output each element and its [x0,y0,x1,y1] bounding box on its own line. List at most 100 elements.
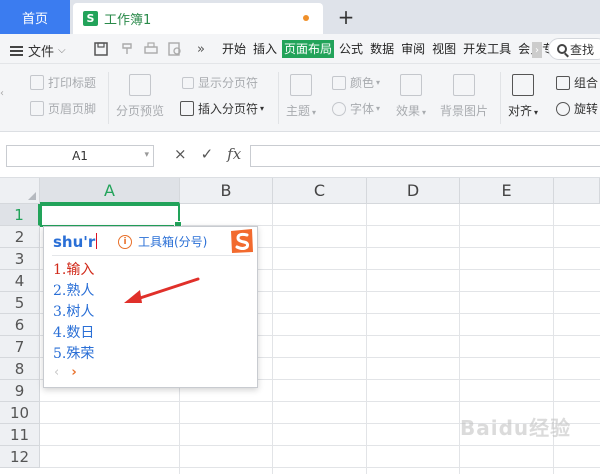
row-header-11[interactable]: 11 [0,424,40,446]
effects-button[interactable]: 效果 ▾ [396,74,426,119]
align-icon [512,74,535,96]
row-header-1[interactable]: 1 [0,204,40,226]
grid-row-line [40,445,600,446]
fonts-button[interactable]: 字体 ▾ [332,100,380,117]
tab-workbook[interactable]: S 工作簿1 [73,3,323,34]
page-break-preview-icon [129,74,151,96]
formula-input[interactable] [250,145,600,167]
tab-data[interactable]: 数据 [368,40,396,58]
row-header-4[interactable]: 4 [0,270,40,292]
header-footer-icon [30,101,44,116]
ime-toolbox-button[interactable]: i 工具箱(分号) [118,233,207,250]
header-footer-button[interactable]: 页眉页脚 [30,100,96,117]
candidate-item[interactable]: 5.殊荣 [53,344,94,365]
name-box[interactable]: A1 ▾ [6,145,154,167]
print-titles-icon [30,75,44,90]
row-header-6[interactable]: 6 [0,314,40,336]
watermark-logo: Baidu经验 [460,416,572,440]
print-titles-button[interactable]: 打印标题 [30,74,96,91]
column-header-e[interactable]: E [460,178,554,204]
column-header-a[interactable]: A [40,178,180,204]
toolbox-label: 工具箱(分号) [138,235,208,249]
theme-icon [290,74,313,96]
unsaved-indicator-icon [303,15,309,21]
confirm-icon[interactable]: ✓ [201,145,214,163]
show-page-breaks-label: 显示分页符 [198,76,259,90]
tab-insert[interactable]: 插入 [251,40,279,58]
insert-page-break-label: 插入分页符 [198,102,259,116]
ime-divider [52,255,250,256]
rotate-button[interactable]: 旋转 [556,100,598,117]
candidate-list: 1.输入 2.熟人 3.树人 4.数日 5.殊荣 [53,260,94,365]
row-header-5[interactable]: 5 [0,292,40,314]
row-header-2[interactable]: 2 [0,226,40,248]
column-header-b[interactable]: B [180,178,273,204]
show-page-breaks-checkbox[interactable]: 显示分页符 [182,74,258,91]
tab-page-layout[interactable]: 页面布局 [282,40,335,58]
save-icon[interactable] [92,40,110,58]
row-header-12[interactable]: 12 [0,446,40,468]
tab-view[interactable]: 视图 [430,40,458,58]
row-header-10[interactable]: 10 [0,402,40,424]
chevron-left-icon[interactable]: ‹ [0,88,10,108]
tab-review[interactable]: 审阅 [399,40,427,58]
row-header-8[interactable]: 8 [0,358,40,380]
next-page-icon[interactable]: › [71,365,76,380]
grid-column-line [366,204,367,474]
insert-function-icon[interactable]: fx [227,145,241,163]
tab-formulas[interactable]: 公式 [337,40,365,58]
cancel-icon[interactable]: × [174,145,187,163]
ime-candidate-window: shu'r i 工具箱(分号) 1.输入 2.熟人 3.树人 4.数日 5.殊荣… [43,226,258,388]
colors-button[interactable]: 颜色 ▾ [332,74,380,91]
column-header-c[interactable]: C [273,178,367,204]
ribbon-divider [108,72,109,124]
chevron-down-icon[interactable]: ▾ [144,150,149,160]
row-header-7[interactable]: 7 [0,336,40,358]
page-break-preview-button[interactable]: 分页预览 [116,74,164,119]
grid-column-line [272,204,273,474]
spreadsheet-icon: S [83,11,98,26]
previous-page-icon[interactable]: ‹ [54,365,59,380]
row-header-3[interactable]: 3 [0,248,40,270]
cell-reference: A1 [72,149,88,163]
background-image-label: 背景图片 [440,104,489,118]
candidate-item[interactable]: 1.输入 [53,260,94,281]
effects-icon [400,74,423,96]
dropdown-arrow-icon: ▾ [260,104,265,113]
insert-page-break-button[interactable]: 插入分页符 ▾ [180,100,264,117]
candidate-item[interactable]: 3.树人 [53,302,94,323]
align-button[interactable]: 对齐 ▾ [508,74,538,119]
search-button[interactable]: 查找 [548,38,600,60]
file-menu-button[interactable]: 文件 ⌵ [10,41,66,60]
align-label: 对齐 [508,104,533,118]
group-label: 组合 [574,76,599,90]
chevron-down-icon: ⌵ [58,45,66,56]
select-all-button[interactable] [0,178,40,204]
background-image-button[interactable]: 背景图片 [440,74,488,119]
active-cell-a1[interactable] [40,204,182,229]
tab-home[interactable]: 首页 [0,0,70,34]
group-button[interactable]: 组合 [556,74,598,91]
print-preview-icon[interactable] [166,40,184,58]
rotate-icon [556,101,570,116]
sogou-logo-icon [231,229,253,253]
theme-button[interactable]: 主题 ▾ [286,74,316,119]
grid-row-line [40,401,600,402]
new-tab-button[interactable]: + [334,4,358,30]
theme-label: 主题 [286,104,311,118]
document-title: 工作簿1 [104,13,152,28]
more-quick-access-icon[interactable]: » [192,40,210,58]
column-header-d[interactable]: D [367,178,460,204]
format-painter-icon[interactable] [118,40,136,58]
tab-developer[interactable]: 开发工具 [461,40,513,58]
menu-bar: 文件 ⌵ » 开始 插入 页面布局 公式 数据 审阅 视图 开发工具 会员专 ›… [0,34,600,64]
chevron-right-icon[interactable]: › [532,42,542,58]
candidate-item[interactable]: 4.数日 [53,323,94,344]
colors-label: 颜色 [350,76,375,90]
print-icon[interactable] [142,40,160,58]
tab-start[interactable]: 开始 [220,40,248,58]
candidate-item[interactable]: 2.熟人 [53,281,94,302]
row-header-9[interactable]: 9 [0,380,40,402]
background-image-icon [453,74,475,96]
column-header-next[interactable] [554,178,600,204]
